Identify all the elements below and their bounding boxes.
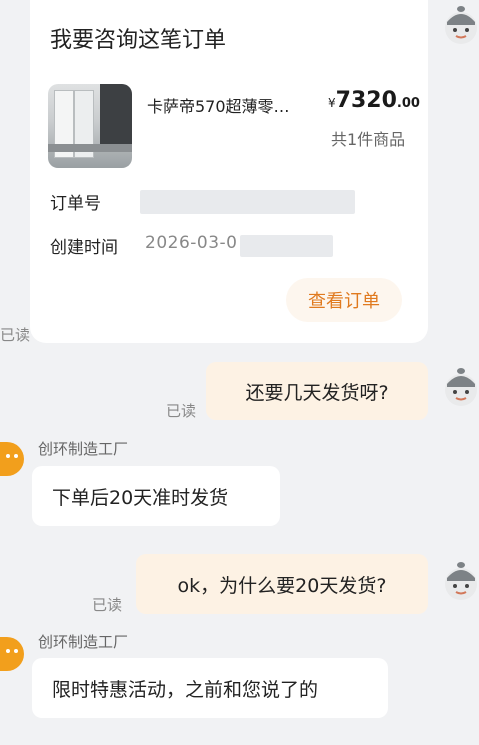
read-status: 已读 [92,596,123,614]
shop-avatar-icon[interactable] [0,637,24,671]
product-name: 卡萨帝570超薄零… [147,97,290,116]
product-price: ¥7320.00 [328,88,420,113]
user-avatar-icon[interactable] [443,560,479,602]
message-bubble-incoming[interactable]: 限时特惠活动，之前和您说了的 [32,658,388,718]
order-card-title: 我要咨询这笔订单 [50,28,227,53]
read-status: 已读 [0,326,31,344]
price-integer: 7320 [335,88,397,113]
shop-avatar-icon[interactable] [0,442,24,476]
user-avatar-icon[interactable] [443,366,479,408]
order-number-label: 订单号 [50,194,101,214]
price-currency: ¥ [328,96,336,110]
read-status: 已读 [166,402,197,420]
message-bubble-outgoing[interactable]: 还要几天发货呀? [206,362,428,420]
created-time-value: 2026-03-0 [145,233,238,253]
view-order-button[interactable]: 查看订单 [286,278,402,322]
user-avatar-icon[interactable] [443,4,479,46]
message-bubble-outgoing[interactable]: ok，为什么要20天发货? [136,554,428,614]
order-number-redacted [140,190,355,214]
price-decimal: .00 [396,96,420,111]
sender-name: 创环制造工厂 [38,440,129,458]
product-thumbnail[interactable] [48,84,132,168]
item-count: 共1件商品 [331,130,406,149]
created-time-redacted [240,235,333,257]
message-bubble-incoming[interactable]: 下单后20天准时发货 [32,466,280,526]
sender-name: 创环制造工厂 [38,633,129,651]
created-time-label: 创建时间 [50,238,118,258]
